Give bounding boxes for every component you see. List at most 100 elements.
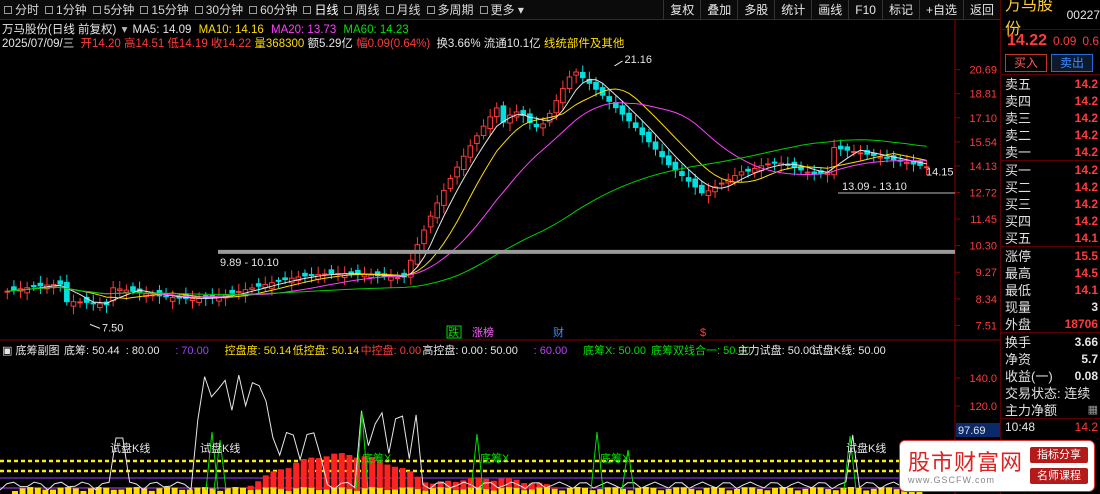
histogram-bar-yellow — [893, 489, 900, 494]
main-net-row[interactable]: 主力净额 ▦ — [1001, 401, 1100, 418]
histogram-bar-yellow — [247, 489, 254, 494]
histogram-bar-yellow — [399, 487, 406, 494]
extra-link[interactable]: 线统部件及其他 — [544, 38, 625, 50]
toolbar-button[interactable]: 多股 — [737, 0, 774, 20]
timeframe-label: 更多 ▾ — [490, 3, 524, 17]
watermark-tag-indicators[interactable]: 指标分享 — [1030, 447, 1088, 463]
main-net-icon[interactable]: ▦ — [1088, 403, 1098, 416]
toolbar-button[interactable]: 返回 — [962, 0, 1000, 20]
histogram-bar-red — [528, 483, 535, 490]
quote-panel: 万马股份 00227 14.22 0.09 0.6 买入 卖出 卖五 14.2 卖四… — [1000, 0, 1100, 494]
quote-row: 买一 14.2 — [1001, 161, 1100, 179]
timeframe-tab[interactable]: 多周期 — [426, 2, 480, 18]
candle-body — [679, 171, 685, 177]
buy-button[interactable]: 买入 — [1005, 54, 1047, 72]
timeframe-tab[interactable]: 更多 ▾ — [479, 2, 530, 18]
candle-body — [130, 286, 136, 292]
candle-body — [652, 141, 659, 150]
bar-open: 开14.20 — [80, 38, 121, 50]
histogram-bar-red — [308, 457, 315, 488]
quote-value: 3.66 — [1074, 334, 1098, 349]
candle-body — [30, 285, 37, 288]
candle-body — [738, 171, 745, 176]
checkbox-icon — [140, 6, 149, 14]
main-net-label: 主力净额 — [1005, 403, 1058, 418]
candle-body — [884, 156, 890, 159]
histogram-bar-yellow — [810, 487, 816, 494]
candle-body — [851, 150, 857, 153]
checkbox-icon — [45, 6, 54, 14]
quote-row: 最高 14.5 — [1001, 264, 1100, 282]
histogram-bar-yellow — [42, 489, 49, 494]
kline-svg[interactable]: 20.69 18.81 17.10 15.54 14.13 12.72 11.45 10.30… — [0, 20, 1000, 494]
watermark-logo: 股市财富网 www.GSCFW.com 指标分享 名师课程 — [899, 440, 1095, 492]
timeframe-tab[interactable]: 周线 — [344, 2, 385, 18]
histogram-bar-yellow — [338, 487, 345, 494]
watermark-tag-courses[interactable]: 名师课程 — [1030, 468, 1088, 484]
timeframe-tab[interactable]: 15分钟 — [140, 2, 194, 18]
timeframe-tab[interactable]: 1分钟 — [45, 2, 93, 18]
quote-row: 外盘 18706 — [1001, 315, 1100, 333]
candle-body — [804, 171, 811, 174]
indicator-value: 底筹: 50.44 — [64, 343, 120, 357]
timeframe-tab[interactable]: 分时 — [4, 2, 45, 18]
quote-row: 买五 14.1 — [1001, 229, 1100, 247]
histogram-bar-yellow — [832, 490, 839, 494]
quote-row: 买二 14.2 — [1001, 178, 1100, 196]
toolbar-button[interactable]: 复权 — [663, 0, 700, 20]
toolbar-button[interactable]: 叠加 — [700, 0, 737, 20]
candle-body — [579, 71, 586, 79]
histogram-bar-red — [437, 481, 444, 488]
timeframe-label: 周线 — [355, 3, 380, 17]
ma60-line — [7, 139, 927, 295]
quote-row: 现量 3 — [1001, 298, 1100, 316]
histogram-bar-yellow — [308, 487, 315, 494]
candle-body — [368, 274, 374, 278]
bids-list: 买一 14.2 买二 14.2 买三 14.2 买四 14.2 买五 14.1 — [1001, 160, 1100, 246]
quote-value: 14.2 — [1074, 162, 1098, 177]
indicator-value: 控盘度: 50.14 — [225, 343, 292, 357]
timeframe-tab[interactable]: 5分钟 — [92, 2, 141, 18]
indicator-value: 试盘K线: 50.00 — [812, 343, 886, 357]
timeframe-tab[interactable]: 30分钟 — [194, 2, 249, 18]
toolbar-button[interactable]: +自选 — [918, 0, 963, 20]
kline-chart-area[interactable]: 20.69 18.81 17.10 15.54 14.13 12.72 11.45 10.30… — [0, 20, 1000, 494]
toolbar-button[interactable]: 画线 — [811, 0, 848, 20]
histogram-bar-yellow — [574, 487, 581, 494]
price-tick-label: 11.45 — [970, 214, 997, 226]
timeframe-tab[interactable]: 60分钟 — [249, 2, 303, 18]
chart-header-ohlc: 2025/07/09/三 开14.20 高14.51 低14.19 收14.22… — [2, 35, 624, 51]
histogram-bar-yellow — [848, 487, 854, 494]
candle-body — [328, 269, 335, 275]
quote-row: 卖二 14.2 — [1001, 126, 1100, 144]
histogram-bar-yellow — [202, 487, 208, 494]
histogram-bar-yellow — [658, 490, 664, 494]
sell-button[interactable]: 卖出 — [1051, 54, 1093, 72]
checkbox-icon — [4, 6, 12, 14]
quote-title: 万马股份 00227 — [1001, 0, 1100, 38]
histogram-bar-red — [247, 485, 254, 490]
histogram-bar-yellow — [513, 487, 520, 494]
indicator-name[interactable]: ▣ 底筹副图 — [2, 343, 59, 357]
event-marker: 跌 — [448, 325, 459, 339]
candle-body — [718, 182, 725, 185]
histogram-bar-yellow — [171, 487, 178, 494]
toolbar-button[interactable]: 统计 — [774, 0, 811, 20]
quote-label: 外盘 — [1005, 317, 1032, 332]
histogram-bar-yellow — [262, 487, 269, 494]
candle-body — [282, 277, 288, 281]
timeframe-label: 1分钟 — [56, 3, 87, 17]
quote-label: 卖一 — [1005, 145, 1032, 160]
toolbar-button[interactable]: F10 — [848, 0, 882, 20]
timeframe-tab[interactable]: 月线 — [385, 2, 427, 18]
histogram-bar-red — [285, 468, 292, 491]
histogram-bar-yellow — [886, 487, 892, 494]
histogram-bar-yellow — [240, 487, 246, 494]
candle-body — [811, 171, 818, 175]
watermark-title: 股市财富网 — [908, 451, 1024, 476]
timeframe-tab[interactable]: 日线 — [303, 2, 344, 18]
histogram-bar-yellow — [870, 488, 877, 494]
toolbar-button[interactable]: 标记 — [881, 0, 919, 20]
quote-value: 14.2 — [1074, 127, 1098, 142]
price-tick-label: 10.30 — [969, 241, 997, 253]
